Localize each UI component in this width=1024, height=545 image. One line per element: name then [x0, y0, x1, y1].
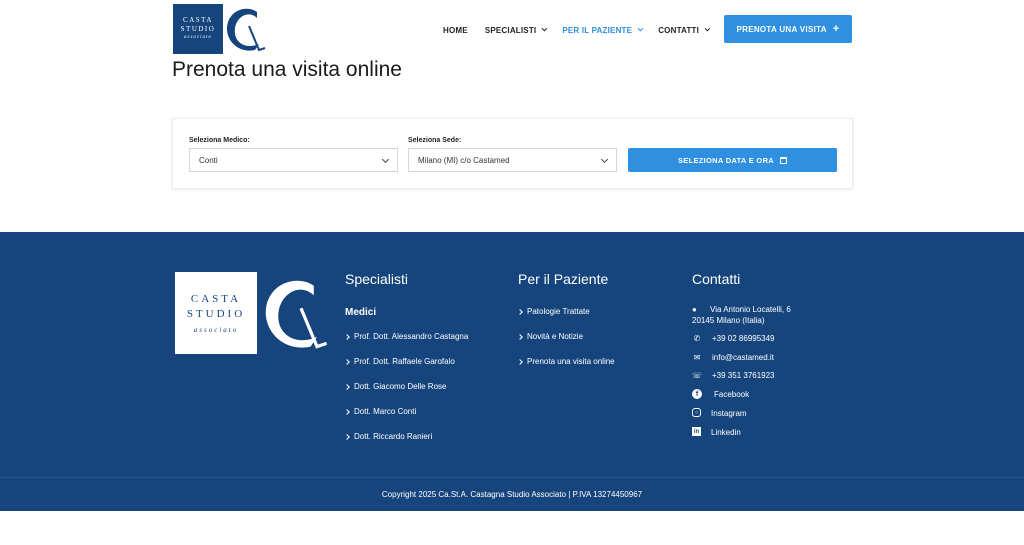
nav-specialisti-label: SPECIALISTI — [484, 25, 537, 35]
footer-divider — [0, 477, 1024, 478]
contact-whatsapp[interactable]: ☏ +39 351 3761923 — [692, 370, 775, 381]
footer-link-garofalo[interactable]: Prof. Dott. Raffaele Garofalo — [344, 357, 455, 366]
medico-select[interactable]: Conti — [189, 148, 398, 172]
medico-label: Seleziona Medico: — [189, 137, 250, 144]
footer-link-prenota[interactable]: Prenota una visita online — [517, 357, 615, 366]
logo-text-studio: STUDIO — [180, 25, 216, 33]
nav-specialisti[interactable]: SPECIALISTI — [484, 23, 548, 37]
instagram-icon: ○ — [692, 408, 701, 417]
contact-linkedin-text: Linkedin — [711, 428, 741, 437]
contact-address-text: ● Via Antonio Locatelli, 6 20145 Milano (… — [692, 304, 791, 326]
contact-email-text: info@castamed.it — [712, 353, 774, 362]
footer-medici-subtitle: Medici — [345, 307, 377, 318]
contact-phone[interactable]: ✆ +39 02 86995349 — [692, 333, 775, 344]
chevron-down-icon — [704, 25, 711, 32]
footer-link-label: Novità e Notizie — [527, 332, 584, 341]
footer-link-label: Patologie Trattate — [527, 307, 590, 316]
chevron-right-icon — [344, 433, 350, 440]
logo-text-casta: CASTA — [183, 16, 213, 24]
chevron-right-icon — [517, 333, 523, 340]
footer-logo-text-associato: associato — [193, 326, 239, 334]
nav-contatti[interactable]: CONTATTI — [658, 23, 711, 37]
address-line2: 20145 Milano (Italia) — [692, 316, 765, 325]
seleziona-data-button[interactable]: SELEZIONA DATA E ORA — [628, 148, 837, 172]
footer-link-patologie[interactable]: Patologie Trattate — [517, 307, 590, 316]
chevron-down-icon — [541, 25, 548, 32]
sede-select-value: Milano (MI) c/o Castamed — [418, 155, 510, 165]
nav-per-il-paziente[interactable]: PER IL PAZIENTE — [562, 23, 644, 37]
contact-email[interactable]: ✉ info@castamed.it — [692, 352, 774, 363]
footer-link-label: Dott. Giacomo Delle Rose — [354, 382, 447, 391]
contact-address: ● Via Antonio Locatelli, 6 20145 Milano (… — [692, 304, 791, 326]
chevron-down-icon — [600, 155, 609, 164]
contact-whatsapp-text: +39 351 3761923 — [712, 371, 775, 380]
footer-link-ranieri[interactable]: Dott. Riccardo Ranieri — [344, 432, 433, 441]
footer-specialisti-title: Specialisti — [345, 271, 409, 287]
sede-label: Seleziona Sede: — [408, 137, 462, 144]
linkedin-icon: in — [692, 427, 701, 436]
sede-select[interactable]: Milano (MI) c/o Castamed — [408, 148, 617, 172]
contact-instagram-text: Instagram — [711, 409, 747, 418]
nav-per-il-paziente-label: PER IL PAZIENTE — [562, 25, 633, 35]
prenota-visita-label: PRENOTA UNA VISITA — [736, 24, 827, 34]
nav-home[interactable]: HOME — [443, 23, 468, 37]
copyright-text: Copyright 2025 Ca.St.A. Castagna Studio … — [381, 490, 643, 499]
footer-paziente-title: Per il Paziente — [518, 271, 609, 287]
footer-logo-text-studio: STUDIO — [186, 308, 246, 320]
nav-home-label: HOME — [443, 25, 468, 35]
footer-link-label: Prof. Dott. Alessandro Castagna — [354, 332, 469, 341]
contact-facebook[interactable]: f Facebook — [692, 389, 749, 400]
whatsapp-icon: ☏ — [692, 370, 703, 380]
footer-contatti-title: Contatti — [692, 271, 741, 287]
booking-form: Seleziona Medico: Conti Seleziona Sede: … — [172, 118, 853, 189]
footer-link-label: Prenota una visita online — [527, 357, 615, 366]
footer-link-label: Dott. Marco Conti — [354, 407, 417, 416]
medico-select-value: Conti — [199, 155, 218, 165]
contact-phone-text: +39 02 86995349 — [712, 334, 775, 343]
chevron-down-icon — [381, 155, 390, 164]
chevron-down-icon — [637, 25, 644, 32]
facebook-icon: f — [692, 389, 702, 399]
chevron-right-icon — [344, 358, 350, 365]
prenota-visita-button[interactable]: PRENOTA UNA VISITA + — [724, 15, 852, 43]
contact-facebook-text: Facebook — [714, 390, 750, 399]
footer-link-castagna[interactable]: Prof. Dott. Alessandro Castagna — [344, 332, 469, 341]
logo-text-associato: associato — [184, 35, 212, 40]
logo-box: CASTA STUDIO associato — [173, 4, 223, 54]
site-header: CASTA STUDIO associato HOME SPECIALISTI … — [0, 0, 1024, 60]
footer-link-delle-rose[interactable]: Dott. Giacomo Delle Rose — [344, 382, 447, 391]
footer-link-label: Dott. Riccardo Ranieri — [354, 432, 433, 441]
chevron-right-icon — [344, 333, 350, 340]
nav-contatti-label: CONTATTI — [658, 25, 700, 35]
footer-logo-box: CASTA STUDIO associato — [175, 272, 257, 354]
footer-link-conti[interactable]: Dott. Marco Conti — [344, 407, 417, 416]
footer-logo-text-casta: CASTA — [190, 293, 242, 305]
address-line1: Via Antonio Locatelli, 6 — [710, 305, 791, 314]
site-logo[interactable]: CASTA STUDIO associato — [173, 4, 269, 54]
site-footer: CASTA STUDIO associato Specialisti Medic… — [0, 232, 1024, 511]
footer-link-label: Prof. Dott. Raffaele Garofalo — [354, 357, 455, 366]
contact-instagram[interactable]: ○ Instagram — [692, 408, 747, 419]
phone-icon: ✆ — [693, 333, 701, 343]
envelope-icon: ✉ — [693, 352, 701, 362]
chevron-right-icon — [344, 383, 350, 390]
footer-logo-c-mark — [265, 280, 328, 349]
page-title: Prenota una visita online — [172, 58, 402, 81]
chevron-right-icon — [344, 408, 350, 415]
footer-link-novita[interactable]: Novità e Notizie — [517, 332, 584, 341]
map-pin-icon: ● — [692, 305, 697, 314]
seleziona-data-label: SELEZIONA DATA E ORA — [678, 155, 774, 165]
chevron-right-icon — [517, 358, 523, 365]
main-nav: HOME SPECIALISTI PER IL PAZIENTE CONTATT… — [443, 23, 725, 37]
footer-logo[interactable]: CASTA STUDIO associato — [175, 272, 335, 356]
contact-linkedin[interactable]: in Linkedin — [692, 427, 741, 438]
calendar-icon — [780, 156, 787, 164]
chevron-right-icon — [517, 308, 523, 315]
plus-icon: + — [832, 23, 840, 35]
logo-c-mark — [226, 8, 266, 52]
